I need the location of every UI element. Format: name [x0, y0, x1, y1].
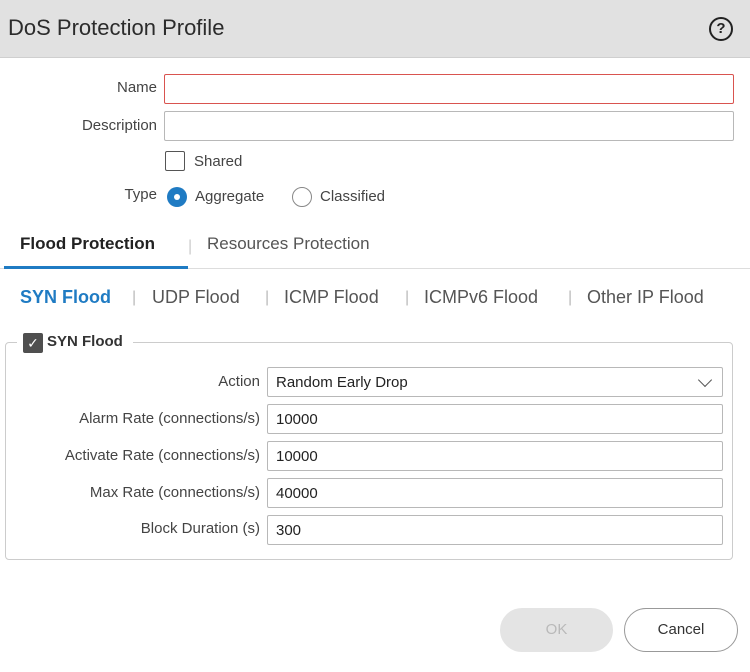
help-icon[interactable]: ?: [709, 17, 733, 41]
action-label: Action: [218, 373, 260, 390]
tab-separator: |: [188, 238, 193, 255]
name-label: Name: [116, 79, 157, 96]
alarm-rate-input[interactable]: [267, 404, 723, 434]
type-label: Type: [124, 186, 157, 203]
chevron-down-icon: [697, 372, 713, 388]
subtab-other-ip-flood[interactable]: Other IP Flood: [587, 287, 704, 308]
shared-label: Shared: [194, 153, 243, 170]
dialog-title: DoS Protection Profile: [8, 15, 225, 40]
block-duration-label: Block Duration (s): [140, 520, 260, 537]
subtab-icmpv6-flood[interactable]: ICMPv6 Flood: [424, 287, 538, 308]
dialog-titlebar: DoS Protection Profile ?: [0, 0, 750, 58]
type-aggregate-label: Aggregate: [195, 188, 265, 205]
alarm-rate-label: Alarm Rate (connections/s): [79, 410, 260, 427]
subtab-syn-flood[interactable]: SYN Flood: [20, 287, 111, 308]
subtab-separator: |: [265, 289, 270, 306]
type-classified-radio[interactable]: [292, 187, 312, 207]
ok-button[interactable]: OK: [500, 608, 613, 652]
block-duration-input[interactable]: [267, 515, 723, 545]
type-classified-label: Classified: [320, 188, 386, 205]
name-input[interactable]: [164, 74, 734, 104]
activate-rate-label: Activate Rate (connections/s): [64, 447, 260, 464]
tab-resources-protection[interactable]: Resources Protection: [207, 234, 370, 254]
subtab-separator: |: [405, 289, 410, 306]
action-select-value: Random Early Drop: [276, 374, 408, 391]
max-rate-input[interactable]: [267, 478, 723, 508]
action-select[interactable]: Random Early Drop: [267, 367, 723, 397]
subtab-icmp-flood[interactable]: ICMP Flood: [284, 287, 379, 308]
syn-flood-enable-label: SYN Flood: [47, 333, 123, 350]
max-rate-label: Max Rate (connections/s): [89, 484, 260, 501]
shared-checkbox[interactable]: [165, 151, 185, 171]
type-aggregate-radio[interactable]: [167, 187, 187, 207]
active-tab-indicator: [4, 266, 188, 269]
activate-rate-input[interactable]: [267, 441, 723, 471]
cancel-button[interactable]: Cancel: [624, 608, 738, 652]
tab-flood-protection[interactable]: Flood Protection: [20, 234, 155, 254]
description-input[interactable]: [164, 111, 734, 141]
main-tabs: Flood Protection | Resources Protection: [0, 222, 750, 269]
subtab-separator: |: [132, 289, 137, 306]
subtab-udp-flood[interactable]: UDP Flood: [152, 287, 240, 308]
subtab-separator: |: [568, 289, 573, 306]
description-label: Description: [81, 117, 157, 134]
syn-flood-enable-checkbox[interactable]: ✓: [23, 333, 43, 353]
